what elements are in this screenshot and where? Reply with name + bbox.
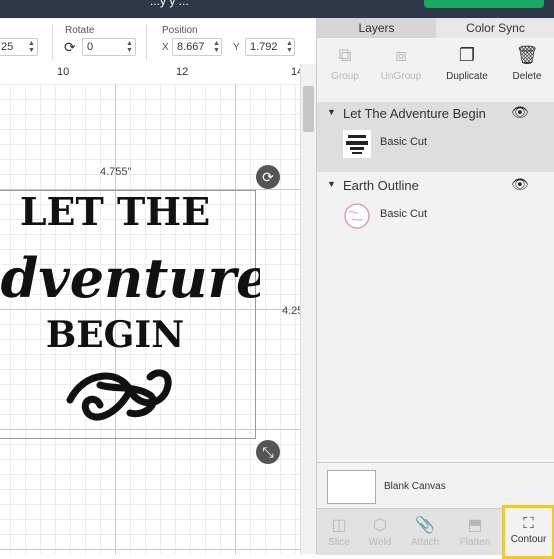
x-position-field[interactable]: 8.667 ▲ ▼ — [172, 38, 222, 56]
contour-label: Contour — [510, 534, 547, 545]
y-label: Y — [233, 42, 240, 53]
weld-button[interactable]: ⬡ Weld — [358, 509, 402, 555]
layer-item-label: Basic Cut — [380, 136, 428, 148]
earth-icon — [344, 203, 370, 229]
rotate-handle-icon[interactable]: ⟳ — [256, 165, 280, 189]
layer-group-header[interactable]: ▼ Let The Adventure Begin 👁 — [317, 102, 554, 126]
ungroup-icon: ⧈ — [395, 45, 407, 65]
app-header: ...y y ... — [0, 0, 554, 18]
size-value: 25 — [1, 41, 14, 53]
divider — [146, 24, 147, 60]
layer-group-header[interactable]: ▼ Earth Outline 👁 — [317, 174, 554, 198]
layer-group-name: Earth Outline — [343, 178, 419, 193]
duplicate-label: Duplicate — [446, 71, 488, 82]
flatten-label: Flatten — [459, 537, 491, 548]
flourish-swirl — [66, 369, 172, 421]
attach-label: Attach — [410, 537, 440, 548]
layer-group[interactable]: ▼ Let The Adventure Begin 👁 Basic Cut — [317, 102, 554, 172]
eye-icon[interactable]: 👁 — [511, 104, 529, 121]
attach-icon: 📎 — [415, 517, 435, 534]
layer-group-name: Let The Adventure Begin — [343, 106, 486, 121]
vertical-scrollbar[interactable] — [300, 64, 317, 554]
tab-layers[interactable]: Layers — [317, 18, 436, 38]
rotate-label: Rotate — [65, 25, 95, 36]
layer-item[interactable]: Basic Cut — [317, 126, 554, 168]
scrollbar-thumb[interactable] — [303, 86, 314, 132]
slice-icon: ◫ — [331, 517, 347, 534]
panel-tabs: Layers Color Sync — [317, 18, 554, 38]
blank-canvas-label: Blank Canvas — [384, 481, 446, 492]
size-field[interactable]: 25 ▲ ▼ — [0, 38, 38, 56]
layers-panel: Layers Color Sync ⧉ Group ⧈ UnGroup ❐ Du… — [316, 18, 554, 559]
flatten-button[interactable]: ⬒ Flatten — [453, 509, 497, 555]
layer-thumbnail — [343, 130, 371, 158]
ungroup-button[interactable]: ⧈ UnGroup — [373, 42, 429, 82]
rotate-value: 0 — [87, 41, 94, 53]
x-value: 8.667 — [177, 41, 205, 53]
eye-icon[interactable]: 👁 — [511, 176, 529, 193]
layer-group[interactable]: ▼ Earth Outline 👁 Basic Cut — [317, 174, 554, 244]
art-line-3: BEGIN — [46, 314, 184, 356]
layer-tools: ⧉ Group ⧈ UnGroup ❐ Duplicate 🗑 Delete — [317, 38, 554, 103]
slice-label: Slice — [328, 537, 350, 548]
rotate-field[interactable]: 0 ▲ ▼ — [82, 38, 136, 56]
layer-item-label: Basic Cut — [380, 208, 428, 220]
group-label: Group — [331, 71, 359, 82]
attach-button[interactable]: 📎 Attach — [403, 509, 447, 555]
weld-icon: ⬡ — [373, 517, 387, 534]
rotate-stepper-icon[interactable]: ▲ ▼ — [126, 40, 133, 54]
trash-icon: 🗑 — [515, 45, 539, 65]
width-dimension: 4.755" — [100, 166, 132, 178]
art-line-2: adventure — [0, 246, 260, 310]
size-stepper-icon[interactable]: ▲ ▼ — [28, 40, 35, 54]
project-title: ...y y ... — [150, 0, 189, 8]
x-stepper-icon[interactable]: ▲ ▼ — [213, 40, 220, 54]
flatten-icon: ⬒ — [467, 517, 483, 534]
y-stepper-icon[interactable]: ▲ ▼ — [286, 40, 293, 54]
duplicate-icon: ❐ — [458, 45, 476, 65]
bottom-toolbar: ◫ Slice ⬡ Weld 📎 Attach ⬒ Flatten ⛶ Cont… — [317, 505, 554, 559]
blank-canvas-swatch[interactable] — [327, 470, 376, 504]
position-label: Position — [162, 25, 198, 36]
y-value: 1.792 — [250, 41, 278, 53]
delete-button[interactable]: 🗑 Delete — [499, 42, 554, 82]
resize-handle-icon[interactable]: ⤡ — [256, 440, 280, 464]
delete-label: Delete — [512, 71, 542, 82]
ungroup-label: UnGroup — [380, 71, 422, 82]
caret-down-icon[interactable]: ▼ — [327, 107, 336, 117]
blank-canvas-row[interactable]: Blank Canvas — [317, 462, 554, 509]
layer-item[interactable]: Basic Cut — [317, 198, 554, 240]
duplicate-button[interactable]: ❐ Duplicate — [439, 42, 495, 82]
caret-down-icon[interactable]: ▼ — [327, 179, 336, 189]
slice-button[interactable]: ◫ Slice — [317, 509, 361, 555]
layer-list: ▼ Let The Adventure Begin 👁 Basic Cut ▼ … — [317, 102, 554, 462]
group-icon: ⧉ — [338, 45, 352, 65]
tab-color-sync[interactable]: Color Sync — [436, 18, 554, 38]
y-position-field[interactable]: 1.792 ▲ ▼ — [245, 38, 295, 56]
art-line-1: LET THE — [20, 189, 210, 234]
contour-button[interactable]: ⛶ Contour — [502, 505, 554, 559]
contour-icon: ⛶ — [523, 515, 534, 532]
horizontal-ruler: 10 12 14 — [0, 64, 303, 85]
ruler-mark: 10 — [57, 66, 70, 78]
divider — [52, 24, 53, 60]
rotate-icon: ⟳ — [64, 39, 76, 55]
ruler-mark: 12 — [176, 66, 189, 78]
x-label: X — [162, 42, 169, 53]
make-it-button[interactable] — [424, 0, 544, 8]
group-button[interactable]: ⧉ Group — [317, 42, 373, 82]
design-artwork[interactable]: LET THE adventure BEGIN — [0, 185, 260, 445]
weld-label: Weld — [368, 537, 392, 548]
edit-toolbar: 25 ▲ ▼ Rotate ⟳ 0 ▲ ▼ Position X 8.667 ▲ ▼ … — [0, 18, 316, 65]
